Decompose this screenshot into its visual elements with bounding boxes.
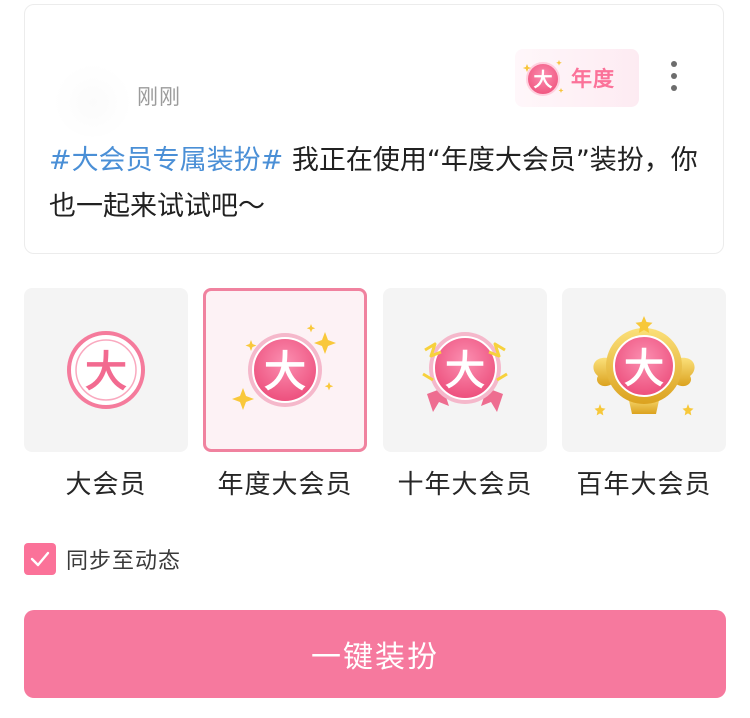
option-hundred-year-vip[interactable]: 大 百年大会员 [562, 288, 726, 501]
annual-vip-badge[interactable]: 大 年度 [515, 49, 639, 107]
sync-label: 同步至动态 [66, 549, 182, 574]
topic-link[interactable]: #大会员专属装扮# [49, 145, 283, 176]
check-icon [30, 551, 50, 567]
vip-medal-ribbon-icon: 大 [422, 332, 508, 412]
vip-medal-icon: 大 [67, 331, 145, 409]
sync-to-feed-toggle[interactable]: 同步至动态 [24, 543, 181, 575]
avatar[interactable] [55, 61, 131, 137]
dress-up-share-page: 刚刚 大 年度 #大会员专属装扮# 我正在使用“年度大会员”装扮，你也一起来试试… [0, 0, 750, 718]
medal-glyph: 大 [445, 348, 485, 394]
option-ten-year-vip[interactable]: 大 十年大会员 [383, 288, 547, 501]
more-options-button[interactable] [661, 57, 687, 95]
option-label: 百年大会员 [576, 470, 712, 500]
vip-medal-winged-icon: 大 [593, 316, 695, 416]
badge-label: 年度 [571, 67, 615, 91]
medal-glyph: 大 [85, 347, 127, 396]
more-vertical-icon [671, 61, 677, 67]
vip-medal-sparkle-icon: 大 [232, 324, 336, 410]
option-label: 年度大会员 [217, 470, 353, 500]
vip-medal-icon: 大 [522, 60, 564, 96]
decoration-options: 大 大会员 大 年度大会员 大 十年大会员 大 百年大会员 [24, 288, 728, 501]
post-content: #大会员专属装扮# 我正在使用“年度大会员”装扮，你也一起来试试吧～ [49, 138, 699, 230]
option-tile: 大 [383, 288, 547, 452]
option-annual-vip[interactable]: 大 年度大会员 [203, 288, 367, 501]
option-tile: 大 [24, 288, 188, 452]
apply-decoration-button[interactable]: 一键装扮 [24, 610, 726, 698]
option-label: 大会员 [65, 470, 147, 500]
option-label: 十年大会员 [397, 470, 533, 500]
badge-glyph: 大 [533, 68, 552, 91]
medal-glyph: 大 [624, 346, 664, 392]
post-time: 刚刚 [137, 85, 181, 109]
option-vip[interactable]: 大 大会员 [24, 288, 188, 501]
sync-checkbox[interactable] [24, 543, 56, 575]
post-preview-card: 刚刚 大 年度 #大会员专属装扮# 我正在使用“年度大会员”装扮，你也一起来试试… [24, 4, 724, 254]
option-tile: 大 [562, 288, 726, 452]
option-tile-selected: 大 [203, 288, 367, 452]
medal-glyph: 大 [264, 347, 306, 396]
